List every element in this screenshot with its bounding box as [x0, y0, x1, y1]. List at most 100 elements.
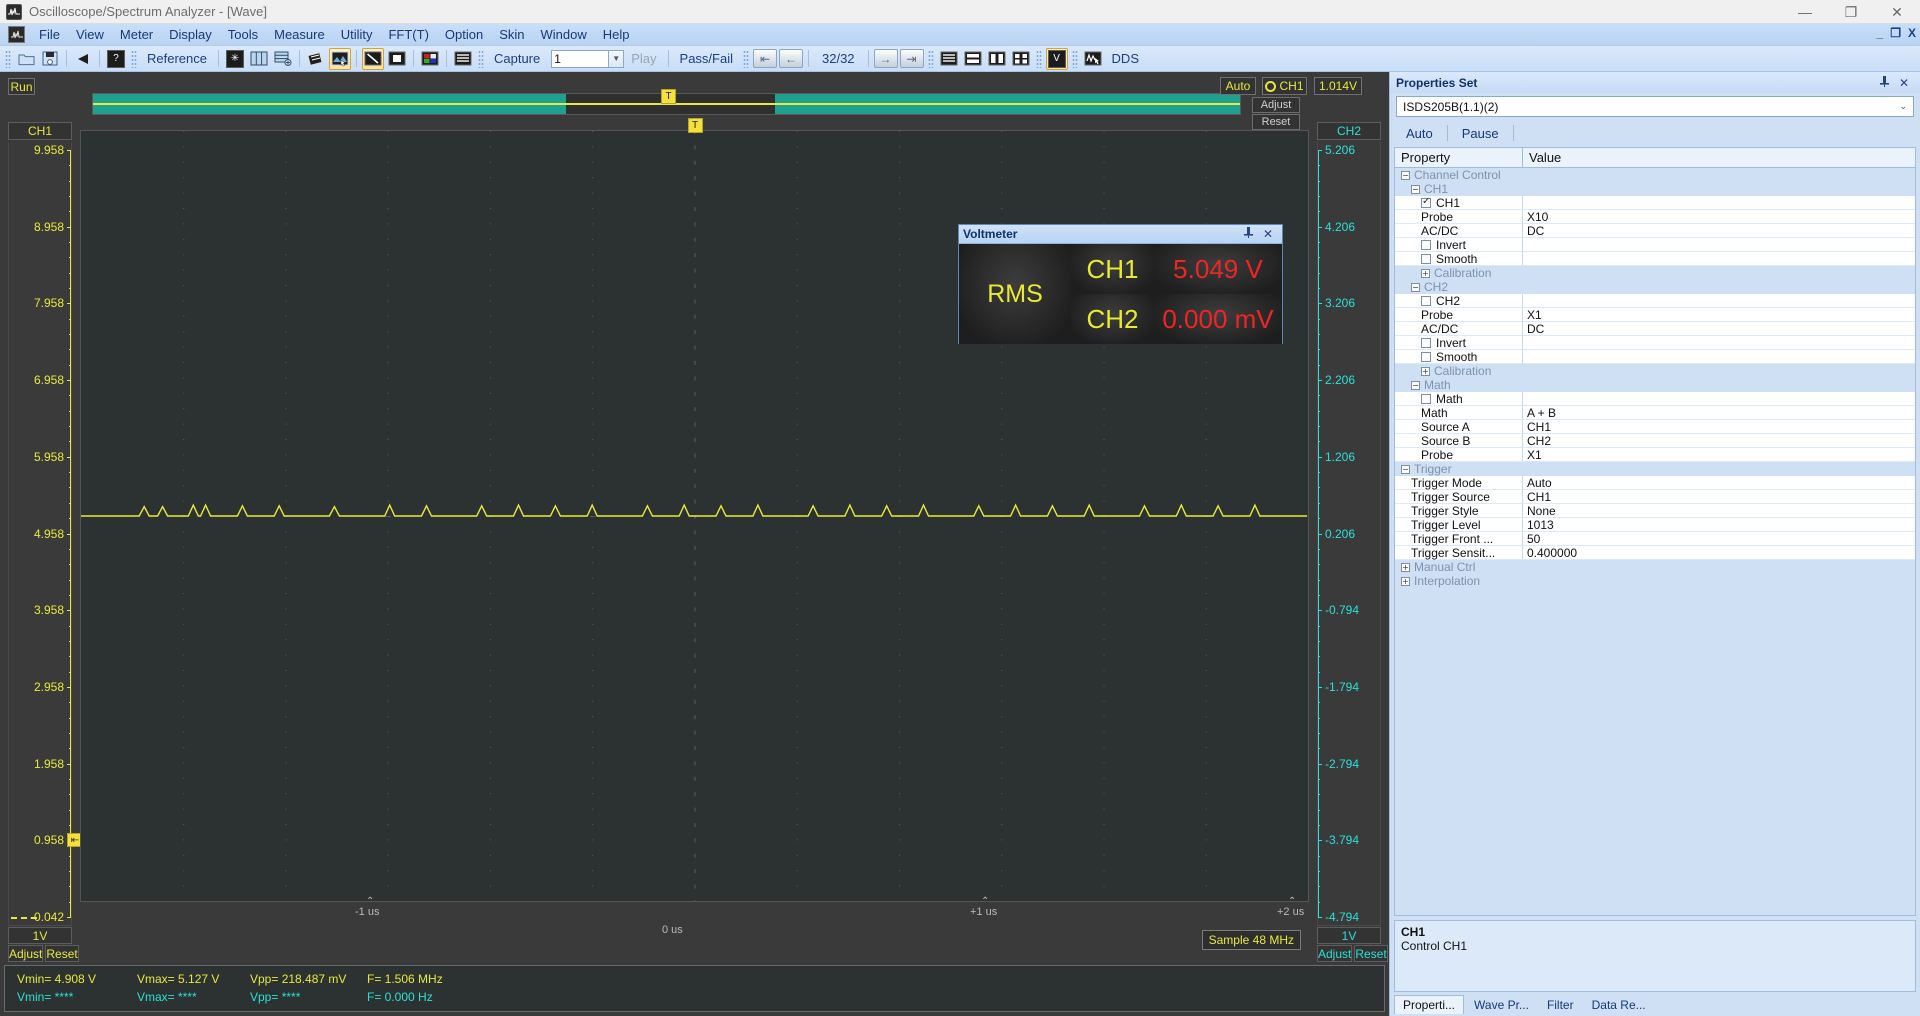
- auto-indicator[interactable]: Auto: [1220, 77, 1256, 95]
- voltmeter-dialog[interactable]: Voltmeter ✕ RMS CH1 5.049 V CH2 0.000 mV: [958, 224, 1283, 344]
- menu-item-meter[interactable]: Meter: [112, 25, 161, 44]
- property-value-cell[interactable]: [1523, 196, 1915, 210]
- properties-tab-datare[interactable]: Data Re...: [1584, 996, 1654, 1014]
- right-axis-adjust-button[interactable]: Adjust: [1317, 945, 1353, 962]
- checkbox-invert[interactable]: [1421, 337, 1431, 348]
- open-folder-icon[interactable]: [15, 48, 37, 70]
- save-icon[interactable]: [39, 48, 61, 70]
- property-value-cell[interactable]: X1: [1523, 448, 1915, 462]
- mdi-close-button[interactable]: X: [1908, 26, 1916, 40]
- properties-tab-properti[interactable]: Properti...: [1394, 995, 1465, 1014]
- property-value-cell[interactable]: [1523, 392, 1915, 406]
- properties-tab-wavepr[interactable]: Wave Pr...: [1466, 996, 1537, 1014]
- toolbar-grip[interactable]: [5, 49, 11, 68]
- horizontal-split-icon[interactable]: [962, 48, 984, 70]
- checkbox-invert[interactable]: [1421, 239, 1431, 250]
- dds-icon[interactable]: [1082, 48, 1104, 70]
- property-value-cell[interactable]: [1523, 182, 1915, 196]
- property-row[interactable]: CH2: [1395, 294, 1915, 308]
- property-value-cell[interactable]: [1523, 252, 1915, 266]
- property-value-cell[interactable]: [1523, 168, 1915, 182]
- property-value-cell[interactable]: [1523, 238, 1915, 252]
- pass-fail-button[interactable]: Pass/Fail: [673, 51, 740, 66]
- mdi-minimize-button[interactable]: _: [1877, 26, 1884, 40]
- color-icon[interactable]: [419, 48, 441, 70]
- layers-icon[interactable]: [305, 48, 327, 70]
- checkbox-smooth[interactable]: [1421, 351, 1431, 362]
- close-icon[interactable]: ✕: [1258, 227, 1278, 241]
- menu-item-help[interactable]: Help: [595, 25, 638, 44]
- toolbar-grip[interactable]: [1035, 49, 1042, 68]
- window-maximize-button[interactable]: ❐: [1828, 0, 1874, 24]
- checkbox-math[interactable]: [1421, 393, 1431, 404]
- property-row[interactable]: AC/DC DC: [1395, 224, 1915, 238]
- nav-last-button[interactable]: ⇥: [899, 49, 924, 68]
- line-icon[interactable]: [361, 47, 384, 70]
- collapse-icon[interactable]: −: [1411, 184, 1420, 194]
- reference-button[interactable]: Reference: [140, 51, 214, 66]
- quad-view-icon[interactable]: [1010, 48, 1032, 70]
- undo-icon[interactable]: [72, 48, 94, 70]
- menu-item-tools[interactable]: Tools: [220, 25, 266, 44]
- run-button[interactable]: Run: [8, 78, 35, 95]
- property-row[interactable]: + Calibration: [1395, 266, 1915, 280]
- pin-icon[interactable]: [1875, 75, 1894, 90]
- voltmeter-toggle-button[interactable]: V: [1045, 47, 1068, 70]
- help-icon[interactable]: ?: [105, 48, 127, 70]
- menu-item-file[interactable]: File: [31, 25, 68, 44]
- expand-icon[interactable]: +: [1401, 576, 1410, 586]
- property-value-cell[interactable]: [1523, 462, 1915, 476]
- menu-item-measure[interactable]: Measure: [266, 25, 333, 44]
- navigator-trigger-marker[interactable]: T: [661, 89, 676, 104]
- property-value-cell[interactable]: [1523, 560, 1915, 574]
- capture-navigator[interactable]: T: [92, 89, 1241, 115]
- property-row[interactable]: Trigger Source CH1: [1395, 490, 1915, 504]
- property-value-cell[interactable]: [1523, 350, 1915, 364]
- property-row[interactable]: Source A CH1: [1395, 420, 1915, 434]
- property-value-cell[interactable]: None: [1523, 504, 1915, 518]
- nav-first-button[interactable]: ⇤: [753, 49, 777, 68]
- property-row[interactable]: + Manual Ctrl: [1395, 560, 1915, 574]
- mdi-restore-button[interactable]: ❐: [1890, 26, 1901, 40]
- property-row[interactable]: − Channel Control: [1395, 168, 1915, 182]
- property-value-cell[interactable]: [1523, 280, 1915, 294]
- property-row[interactable]: + Calibration: [1395, 364, 1915, 378]
- autoset-icon[interactable]: ✳: [224, 48, 246, 70]
- toolbar-grip[interactable]: [1071, 49, 1078, 68]
- property-value-cell[interactable]: CH2: [1523, 434, 1915, 448]
- left-axis-reset-button[interactable]: Reset: [45, 945, 79, 962]
- menu-item-display[interactable]: Display: [161, 25, 220, 44]
- property-row[interactable]: + Interpolation: [1395, 574, 1915, 588]
- capture-input[interactable]: 1: [551, 49, 610, 68]
- property-value-cell[interactable]: Auto: [1523, 476, 1915, 490]
- property-value-cell[interactable]: X1: [1523, 308, 1915, 322]
- property-row[interactable]: − Trigger: [1395, 462, 1915, 476]
- property-value-cell[interactable]: [1523, 364, 1915, 378]
- stack-view-icon[interactable]: [938, 48, 960, 70]
- property-row[interactable]: Probe X1: [1395, 308, 1915, 322]
- toolbar-grip[interactable]: [131, 49, 137, 68]
- dds-label[interactable]: DDS: [1105, 51, 1146, 66]
- checkbox-ch2[interactable]: [1421, 295, 1431, 306]
- property-value-cell[interactable]: DC: [1523, 322, 1915, 336]
- property-row[interactable]: Source B CH2: [1395, 434, 1915, 448]
- property-value-cell[interactable]: A + B: [1523, 406, 1915, 420]
- property-row[interactable]: Trigger Front ... 50: [1395, 532, 1915, 546]
- property-value-cell[interactable]: 50: [1523, 532, 1915, 546]
- left-axis-scale[interactable]: 9.958 8.958 7.958 6.958 5.958 4.958 3.958 2.958…: [8, 142, 83, 926]
- property-row[interactable]: Math A + B: [1395, 406, 1915, 420]
- nav-prev-button[interactable]: ←: [779, 49, 803, 68]
- expand-icon[interactable]: +: [1421, 366, 1430, 376]
- collapse-icon[interactable]: −: [1411, 380, 1420, 390]
- right-axis-reset-button[interactable]: Reset: [1354, 945, 1388, 962]
- menu-item-skin[interactable]: Skin: [491, 25, 532, 44]
- property-row[interactable]: AC/DC DC: [1395, 322, 1915, 336]
- expand-icon[interactable]: +: [1421, 268, 1430, 278]
- property-row[interactable]: Trigger Mode Auto: [1395, 476, 1915, 490]
- property-value-cell[interactable]: CH1: [1523, 420, 1915, 434]
- property-row[interactable]: − CH1: [1395, 182, 1915, 196]
- window-close-button[interactable]: ✕: [1874, 0, 1920, 24]
- property-row[interactable]: Trigger Level 1013: [1395, 518, 1915, 532]
- pin-icon[interactable]: [1239, 227, 1258, 241]
- collapse-icon[interactable]: −: [1401, 170, 1410, 180]
